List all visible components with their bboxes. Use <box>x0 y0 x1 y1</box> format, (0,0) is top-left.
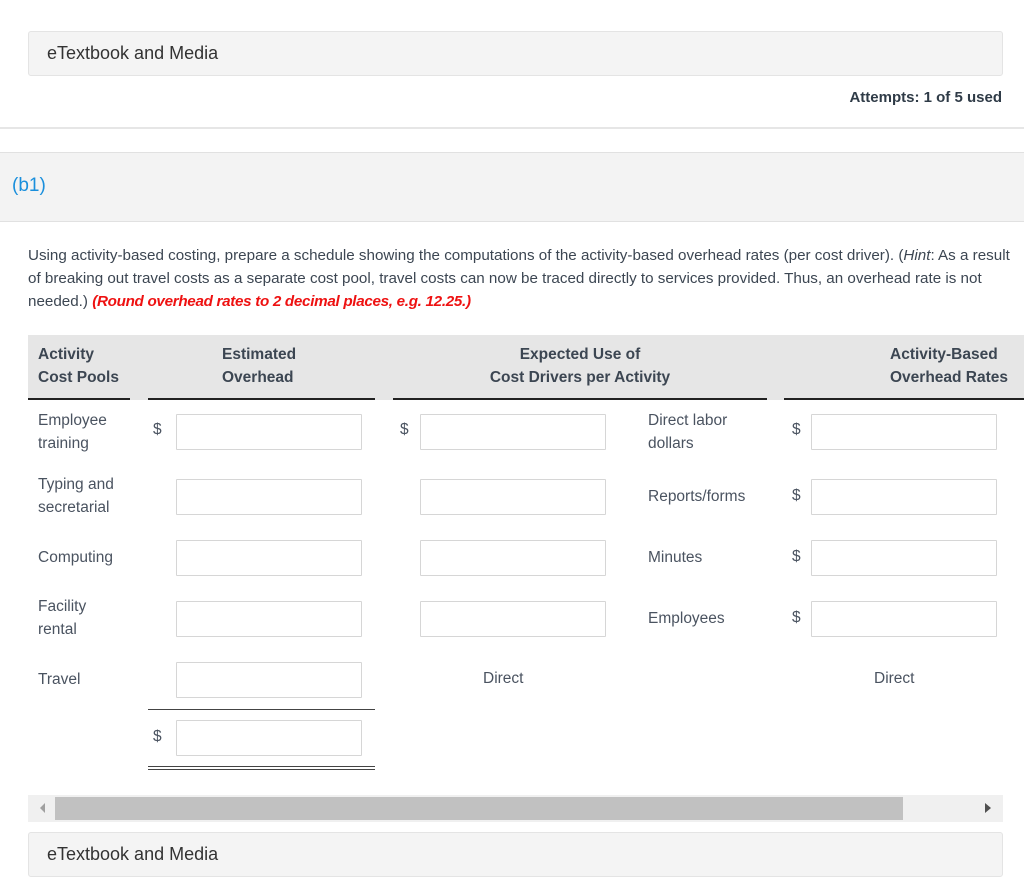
travel-rate-direct: Direct <box>874 670 915 687</box>
overhead-input-travel[interactable] <box>176 662 362 698</box>
dollar-sign: $ <box>792 421 801 438</box>
header-underline <box>28 398 130 400</box>
row-label-line: Employee <box>38 412 107 429</box>
row-label-line: training <box>38 435 89 452</box>
cost-driver-facility-rental: Employees <box>648 607 725 630</box>
driver-line: Direct labor <box>648 412 728 429</box>
header-underline <box>784 398 1024 400</box>
hint-label: Hint <box>903 247 931 264</box>
etextbook-media-label[interactable]: eTextbook and Media <box>47 844 218 864</box>
overhead-input-typing-secretarial[interactable] <box>176 479 362 515</box>
overhead-input-employee-training[interactable] <box>176 414 362 450</box>
horizontal-scrollbar[interactable] <box>28 795 1003 822</box>
row-label-employee-training: Employee training <box>38 409 107 455</box>
scroll-right-arrow-icon[interactable] <box>985 803 991 813</box>
attempts-counter: Attempts: 1 of 5 used <box>849 89 1002 106</box>
overhead-input-facility-rental[interactable] <box>176 601 362 637</box>
section-divider <box>0 127 1024 129</box>
dollar-sign: $ <box>792 609 801 626</box>
scroll-left-arrow-icon[interactable] <box>40 803 45 813</box>
header-line: Estimated <box>222 346 297 363</box>
header-underline <box>148 398 375 400</box>
header-underline <box>393 398 767 400</box>
etextbook-media-label[interactable]: eTextbook and Media <box>47 43 218 63</box>
row-label-computing: Computing <box>38 546 113 569</box>
header-line: Cost Pools <box>38 369 119 386</box>
header-estimated-overhead: Estimated Overhead <box>222 343 296 389</box>
rate-input-facility-rental[interactable] <box>811 601 997 637</box>
header-line: Expected Use of <box>519 346 641 363</box>
total-double-rule-bottom <box>148 769 375 770</box>
row-label-line: rental <box>38 621 77 638</box>
row-label-facility-rental: Facility rental <box>38 595 86 641</box>
driver-qty-input-computing[interactable] <box>420 540 606 576</box>
header-line: Overhead <box>222 369 294 386</box>
rounding-instruction: (Round overhead rates to 2 decimal place… <box>92 293 471 310</box>
scrollbar-thumb[interactable] <box>55 797 903 820</box>
dollar-sign: $ <box>792 548 801 565</box>
driver-line: Employees <box>648 610 725 627</box>
row-label-line: Facility <box>38 598 87 615</box>
driver-line: Minutes <box>648 549 703 566</box>
row-label-line: secretarial <box>38 499 110 516</box>
row-label-line: Computing <box>38 549 113 566</box>
driver-qty-input-typing-secretarial[interactable] <box>420 479 606 515</box>
row-label-line: Typing and <box>38 476 114 493</box>
driver-line: dollars <box>648 435 694 452</box>
header-line: Activity <box>38 346 94 363</box>
row-label-line: Travel <box>38 671 81 688</box>
header-line: Activity-Based <box>890 346 998 363</box>
cost-driver-computing: Minutes <box>648 546 702 569</box>
cost-driver-typing-secretarial: Reports/forms <box>648 485 745 508</box>
rate-input-computing[interactable] <box>811 540 997 576</box>
header-expected-use: Expected Use of Cost Drivers per Activit… <box>480 343 680 389</box>
header-line: Overhead Rates <box>890 369 1009 386</box>
row-label-travel: Travel <box>38 668 81 691</box>
dollar-sign: $ <box>400 421 409 438</box>
dollar-sign: $ <box>792 487 801 504</box>
travel-driver-direct: Direct <box>483 670 524 687</box>
question-instructions: Using activity-based costing, prepare a … <box>28 244 1013 313</box>
etextbook-media-panel-top[interactable]: eTextbook and Media <box>28 31 1003 76</box>
instructions-text: Using activity-based costing, prepare a … <box>28 247 904 264</box>
header-activity-based-rates: Activity-Based Overhead Rates <box>890 343 1008 389</box>
dollar-sign: $ <box>153 421 162 438</box>
subtotal-rule <box>148 709 375 710</box>
etextbook-media-panel-bottom[interactable]: eTextbook and Media <box>28 832 1003 877</box>
dollar-sign: $ <box>153 728 162 745</box>
part-label: (b1) <box>12 175 46 196</box>
rate-input-typing-secretarial[interactable] <box>811 479 997 515</box>
rate-input-employee-training[interactable] <box>811 414 997 450</box>
driver-line: Reports/forms <box>648 488 746 505</box>
cost-driver-employee-training: Direct labor dollars <box>648 409 727 455</box>
overhead-input-computing[interactable] <box>176 540 362 576</box>
header-activity-cost-pools: Activity Cost Pools <box>38 343 119 389</box>
header-line: Cost Drivers per Activity <box>489 369 671 386</box>
part-header: (b1) <box>0 152 1024 222</box>
row-label-typing-secretarial: Typing and secretarial <box>38 473 114 519</box>
driver-qty-input-employee-training[interactable] <box>420 414 606 450</box>
total-double-rule-top <box>148 766 375 767</box>
driver-qty-input-facility-rental[interactable] <box>420 601 606 637</box>
total-overhead-input[interactable] <box>176 720 362 756</box>
